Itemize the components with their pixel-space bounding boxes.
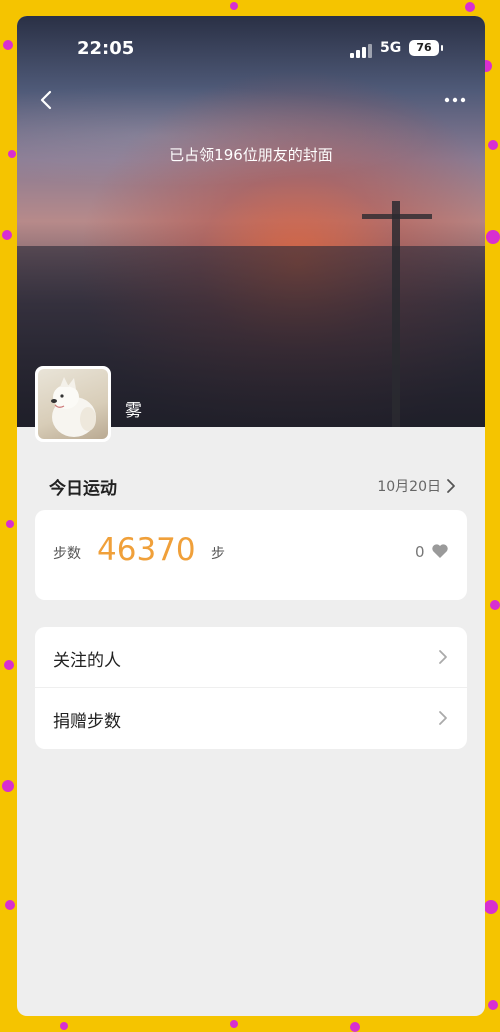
- steps-card: 步数 46370 步 0: [35, 510, 467, 600]
- steps-label: 步数: [53, 546, 81, 562]
- cover-caption: 已占领196位朋友的封面: [169, 146, 333, 164]
- today-exercise-title: 今日运动: [49, 479, 117, 499]
- steps-unit: 步: [211, 546, 225, 562]
- cover-clouds: [17, 76, 485, 196]
- back-chevron-icon[interactable]: [33, 86, 61, 114]
- chevron-right-icon: [437, 648, 449, 666]
- status-time: 22:05: [77, 38, 135, 59]
- dog-avatar-image: [38, 369, 108, 439]
- today-date[interactable]: 10月20日: [377, 476, 441, 496]
- steps-value: 46370: [97, 532, 196, 568]
- heart-icon[interactable]: [431, 542, 449, 560]
- status-bar: 22:05 5G 76: [17, 16, 485, 76]
- avatar[interactable]: [35, 366, 111, 442]
- likes-count: 0: [415, 543, 425, 561]
- signal-icon: [350, 44, 372, 58]
- menu-card: 关注的人 捐赠步数: [35, 627, 467, 749]
- cover-utility-pole: [392, 201, 400, 427]
- menu-item-donate-steps[interactable]: 捐赠步数: [35, 688, 467, 748]
- battery-icon: 76: [409, 40, 443, 56]
- chevron-right-icon: [437, 709, 449, 727]
- today-exercise-header[interactable]: 今日运动 10月20日: [49, 474, 469, 502]
- more-dots-icon[interactable]: [441, 86, 469, 114]
- nickname: 雾: [125, 401, 142, 421]
- menu-item-label: 关注的人: [53, 651, 121, 671]
- chevron-right-icon[interactable]: [445, 477, 457, 495]
- menu-item-following[interactable]: 关注的人: [35, 627, 467, 688]
- menu-item-label: 捐赠步数: [53, 712, 121, 732]
- phone-screen: 22:05 5G 76 已占领196位朋友的封面 雾 今日运动 10月20日 步…: [17, 16, 485, 1016]
- network-type: 5G: [380, 40, 402, 56]
